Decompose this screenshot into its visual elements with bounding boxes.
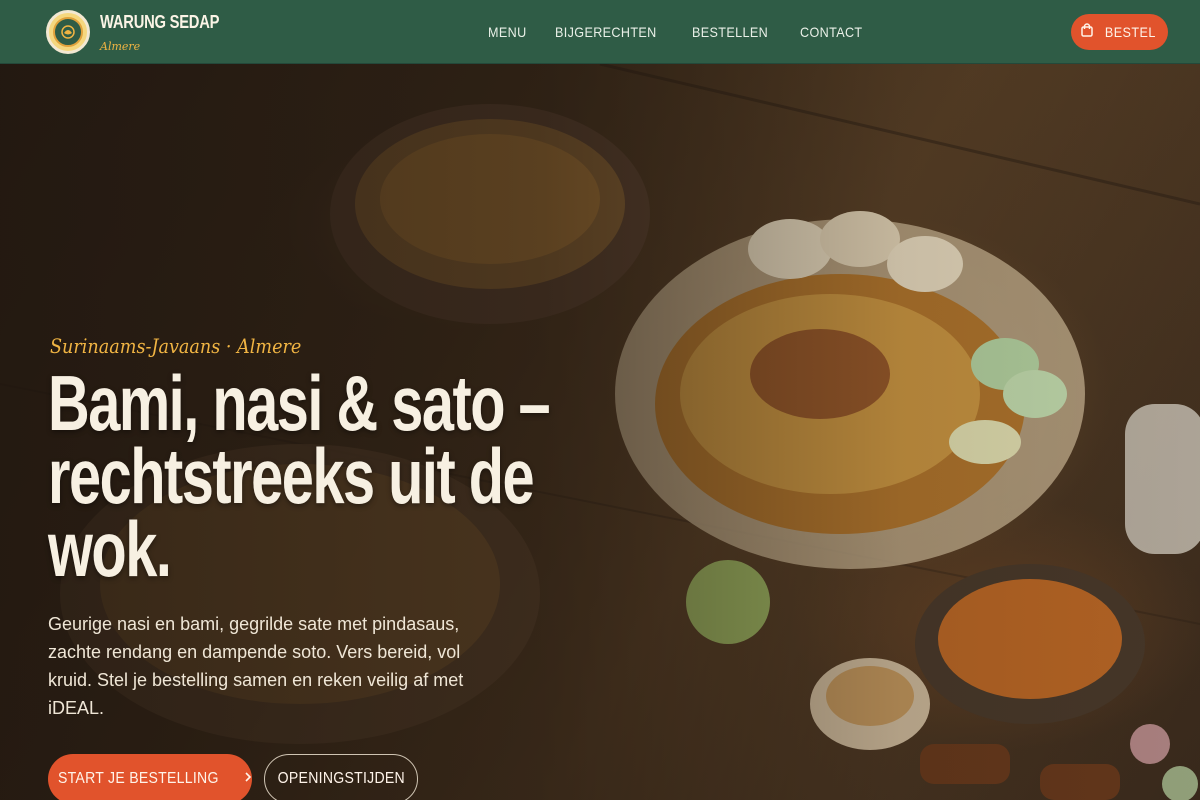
headline-line: wok.: [48, 505, 172, 593]
hero-section: Surinaams-Javaans · Almere Bami, nasi & …: [0, 64, 1200, 800]
main-nav: MENU BIJGERECHTEN BESTELLEN CONTACT: [488, 0, 870, 64]
opening-hours-label: OPENINGSTIJDEN: [277, 770, 405, 787]
brand[interactable]: WARUNG SEDAP Almere: [46, 10, 240, 54]
start-order-label: START JE BESTELLING: [57, 770, 219, 787]
chevron-right-icon: [243, 770, 253, 788]
opening-hours-button[interactable]: OPENINGSTIJDEN: [264, 754, 418, 800]
nav-link-contact[interactable]: CONTACT: [800, 24, 862, 40]
nav-link-menu[interactable]: MENU: [488, 24, 527, 40]
hero-intro: Geurige nasi en bami, gegrilde sate met …: [48, 614, 464, 718]
nav-link-bestellen[interactable]: BESTELLEN: [692, 24, 768, 40]
start-order-button[interactable]: START JE BESTELLING: [48, 754, 252, 800]
hero-eyebrow: Surinaams-Javaans · Almere: [50, 334, 302, 358]
headline-line: rechtstreeks uit de: [48, 432, 535, 520]
top-navbar: WARUNG SEDAP Almere MENU BIJGERECHTEN BE…: [0, 0, 1200, 64]
batik-emblem-icon: [46, 10, 90, 54]
headline-line: Bami, nasi & sato –: [48, 359, 551, 447]
order-button[interactable]: BESTEL: [1071, 14, 1168, 50]
order-button-label: BESTEL: [1104, 24, 1157, 40]
brand-name: WARUNG SEDAP: [100, 12, 220, 32]
nav-link-bijgerechten[interactable]: BIJGERECHTEN: [555, 24, 657, 40]
brand-city: Almere: [100, 40, 141, 53]
shopping-bag-icon: [1080, 22, 1094, 42]
hero-headline: Bami, nasi & sato – rechtstreeks uit de …: [48, 359, 551, 593]
